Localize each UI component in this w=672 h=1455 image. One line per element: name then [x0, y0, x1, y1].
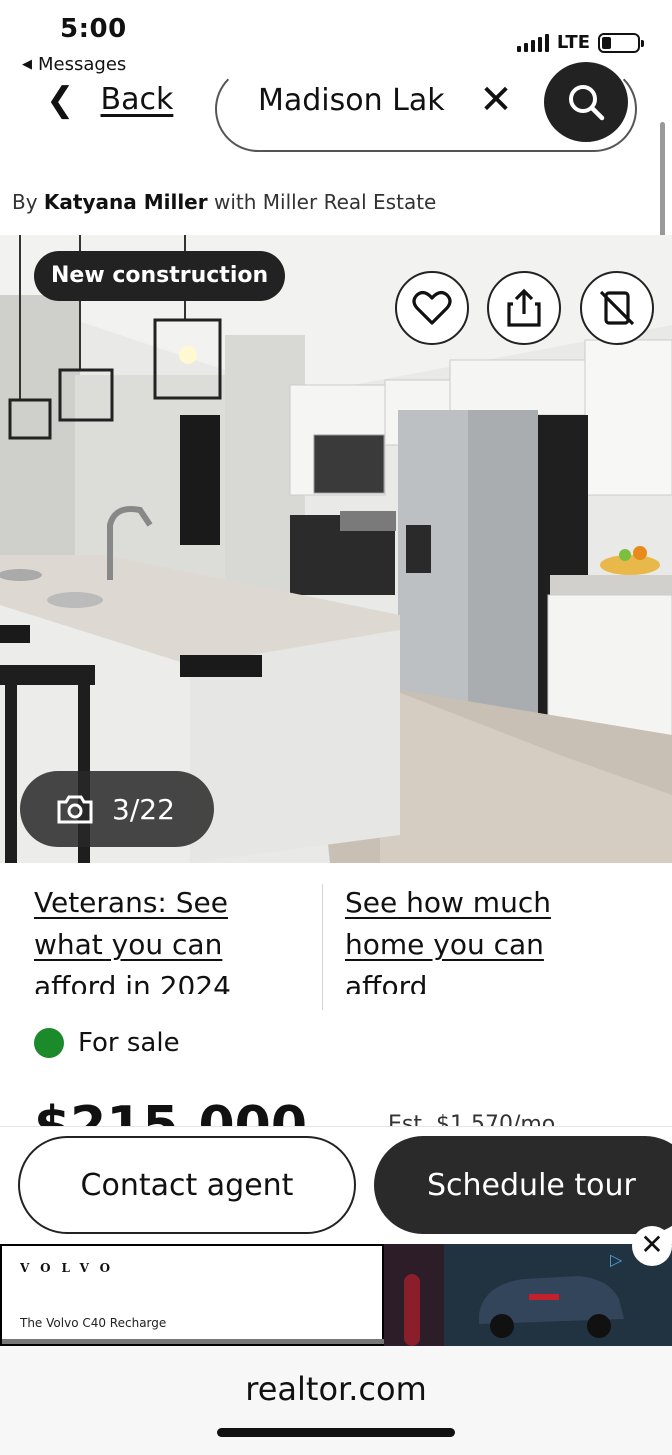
close-icon[interactable]: ✕: [476, 80, 516, 120]
listing-photo[interactable]: [0, 235, 672, 863]
photo-counter[interactable]: 3/22: [20, 771, 214, 847]
ad-choices-icon[interactable]: ▷: [610, 1250, 632, 1272]
promo-divider: [322, 884, 323, 1010]
photo-counter-label: 3/22: [112, 792, 175, 826]
carrier-label: LTE: [556, 32, 590, 53]
site-domain[interactable]: realtor.com: [0, 1370, 672, 1408]
listing-byline: By Katyana Miller with Miller Real Estat…: [12, 190, 436, 214]
search-input[interactable]: Madison Lak: [258, 82, 453, 120]
status-back-label: Messages: [38, 54, 127, 75]
home-affordability-link[interactable]: See how much home you can afford: [345, 882, 615, 994]
chevron-left-icon: ❮: [46, 79, 75, 120]
back-arrow-icon: ◀: [22, 57, 32, 72]
camera-icon: [57, 795, 93, 824]
listing-price: $215,000: [34, 1098, 307, 1126]
ad-brand: VOLVO: [20, 1261, 122, 1275]
home-indicator[interactable]: [217, 1428, 455, 1437]
status-back-to-messages[interactable]: ◀ Messages: [22, 54, 126, 75]
signal-icon: [516, 33, 549, 52]
ad-tagline: The Volvo C40 Recharge: [20, 1316, 167, 1330]
monthly-estimate[interactable]: Est. $1,570/mo: [388, 1112, 555, 1126]
status-indicators: LTE: [516, 32, 644, 53]
back-button[interactable]: ❮ Back: [46, 82, 173, 117]
back-label: Back: [100, 82, 174, 117]
page-scrollbar[interactable]: [660, 122, 665, 247]
agent-name[interactable]: Katyana Miller: [44, 190, 208, 214]
ad-close-button[interactable]: ✕: [632, 1226, 672, 1266]
kitchen-photo: [0, 235, 672, 863]
hide-icon: [599, 290, 635, 326]
schedule-tour-button[interactable]: Schedule tour: [374, 1136, 672, 1234]
share-icon: [507, 288, 541, 327]
byline-prefix: By: [12, 190, 38, 214]
share-button[interactable]: [487, 271, 561, 345]
hide-listing-button[interactable]: [580, 271, 654, 345]
ad-banner[interactable]: VOLVO The Volvo C40 Recharge: [0, 1244, 672, 1346]
battery-icon: [598, 32, 644, 53]
veterans-affordability-link[interactable]: Veterans: See what you can afford in 202…: [34, 882, 304, 994]
listing-status-label: For sale: [78, 1028, 180, 1058]
heart-icon: [412, 291, 452, 325]
ad-progress-bar: [2, 1339, 386, 1344]
save-button[interactable]: [395, 271, 469, 345]
status-time: 5:00: [60, 14, 127, 44]
new-construction-badge: New construction: [34, 251, 286, 301]
status-dot: [34, 1028, 64, 1058]
byline-brokerage: with Miller Real Estate: [213, 190, 437, 214]
search-icon: [569, 85, 605, 121]
listing-status: For sale: [34, 1028, 180, 1058]
contact-agent-button[interactable]: Contact agent: [18, 1136, 356, 1234]
ad-text-panel: VOLVO The Volvo C40 Recharge: [0, 1244, 386, 1346]
search-button[interactable]: [544, 62, 628, 142]
